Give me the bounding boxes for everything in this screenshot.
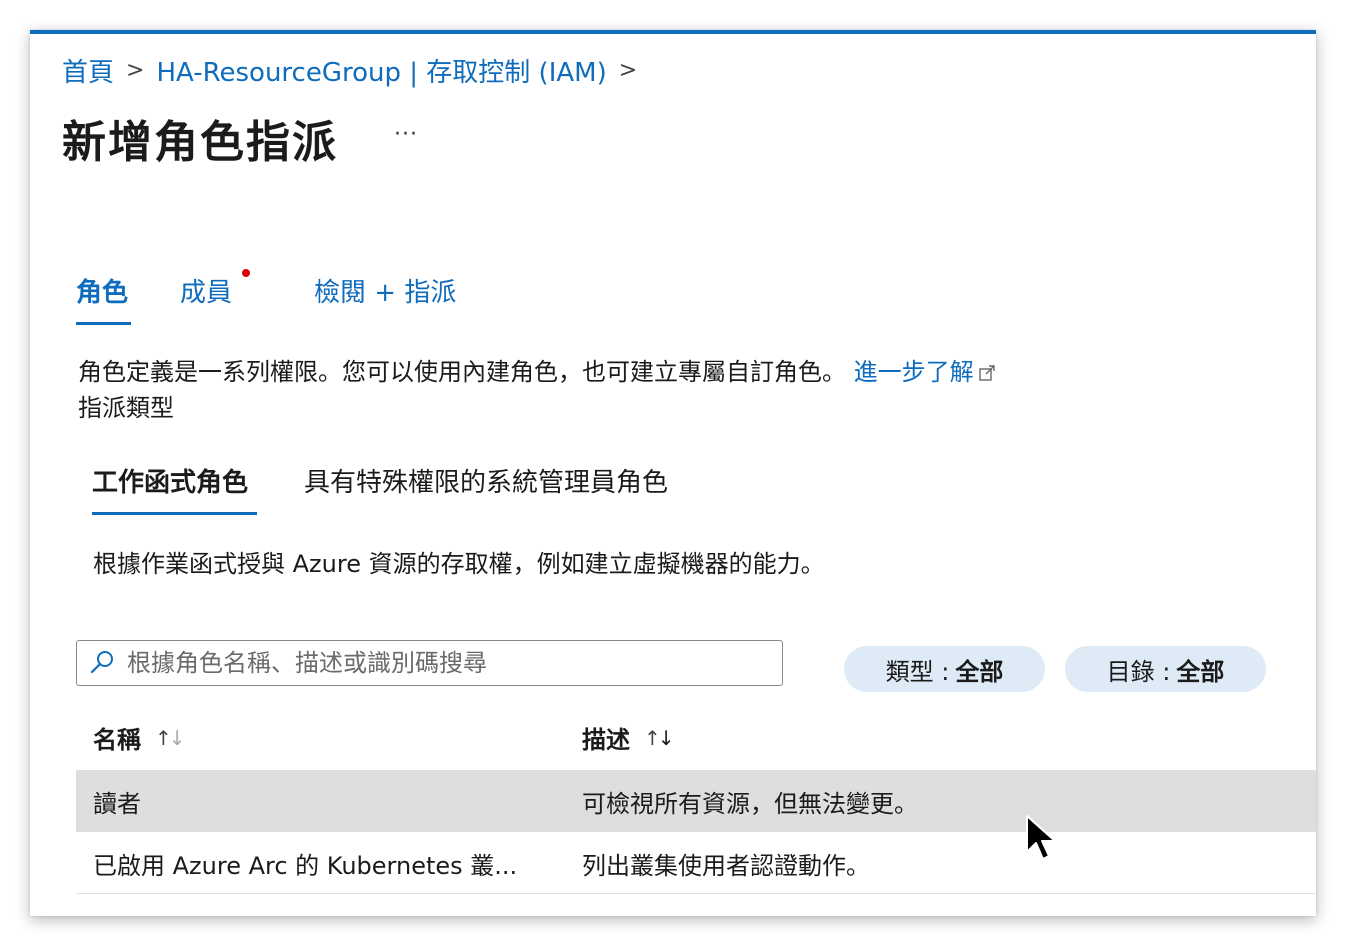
tab-privileged-admin-roles[interactable]: 具有特殊權限的系統管理員角色 [304,462,668,499]
sort-arrows-icon[interactable]: ↑↓ [155,726,185,750]
assignment-type-label: 指派類型 [78,394,174,422]
learn-more-label[interactable]: 進一步了解 [854,358,974,386]
error-dot-icon [242,269,250,277]
filter-type-pill[interactable]: 類型 : 全部 [844,646,1045,692]
table-header: 名稱 ↑↓ 描述 ↑↓ [76,708,1316,770]
wizard-tabs: 角色 成員 檢閱 + 指派 [76,269,676,330]
search-input[interactable] [125,648,769,678]
job-function-description: 根據作業函式授與 Azure 資源的存取權，例如建立虛擬機器的能力。 [93,550,825,578]
chevron-right-icon: > [126,58,145,83]
role-description: 角色定義是一系列權限。您可以使用內建角色，也可建立專屬自訂角色。 進一步了解 [78,352,996,387]
table-row[interactable]: 讀者 可檢視所有資源，但無法變更。 [76,770,1316,832]
filter-type-value: 全部 [955,657,1004,686]
filter-category-value: 全部 [1176,657,1225,686]
breadcrumb-resource-link[interactable]: HA-ResourceGroup | 存取控制 (IAM) [156,52,606,89]
portal-window: 首頁 > HA-ResourceGroup | 存取控制 (IAM) > 新增角… [30,30,1316,916]
role-type-tabs: 工作函式角色 具有特殊權限的系統管理員角色 [92,462,792,520]
tab-job-function-roles[interactable]: 工作函式角色 [92,462,248,499]
external-link-icon [978,365,995,381]
column-header-name-label: 名稱 [93,726,141,754]
column-header-description[interactable]: 描述 ↑↓ [582,720,674,755]
row-name: 讀者 [93,790,141,818]
filter-category-label: 目錄 : [1106,657,1171,686]
column-header-description-label: 描述 [582,726,630,754]
breadcrumb: 首頁 > HA-ResourceGroup | 存取控制 (IAM) > [62,52,649,89]
role-search-box[interactable] [76,640,783,686]
row-description: 可檢視所有資源，但無法變更。 [582,790,918,818]
chevron-right-icon: > [618,58,638,83]
active-tab-indicator [76,322,131,325]
tab-role[interactable]: 角色 [76,272,128,309]
active-subtab-indicator [92,512,257,515]
learn-more-link[interactable]: 進一步了解 [854,358,996,386]
more-options-icon[interactable]: ··· [394,122,418,147]
tab-members[interactable]: 成員 [180,272,232,309]
filter-type-label: 類型 : [885,657,950,686]
column-header-name[interactable]: 名稱 ↑↓ [93,720,185,755]
filter-category-pill[interactable]: 目錄 : 全部 [1065,646,1266,692]
role-description-text: 角色定義是一系列權限。您可以使用內建角色，也可建立專屬自訂角色。 [78,358,846,386]
tab-review-assign[interactable]: 檢閱 + 指派 [314,272,456,309]
mouse-cursor-icon [1026,815,1056,860]
breadcrumb-home-link[interactable]: 首頁 [62,52,114,89]
sort-arrows-icon[interactable]: ↑↓ [644,726,674,750]
row-description: 列出叢集使用者認證動作。 [582,852,870,880]
row-name: 已啟用 Azure Arc 的 Kubernetes 叢... [93,852,518,880]
search-icon [90,651,113,674]
page-title: 新增角色指派 [62,117,338,168]
table-row[interactable]: 已啟用 Azure Arc 的 Kubernetes 叢... 列出叢集使用者認… [76,832,1316,894]
